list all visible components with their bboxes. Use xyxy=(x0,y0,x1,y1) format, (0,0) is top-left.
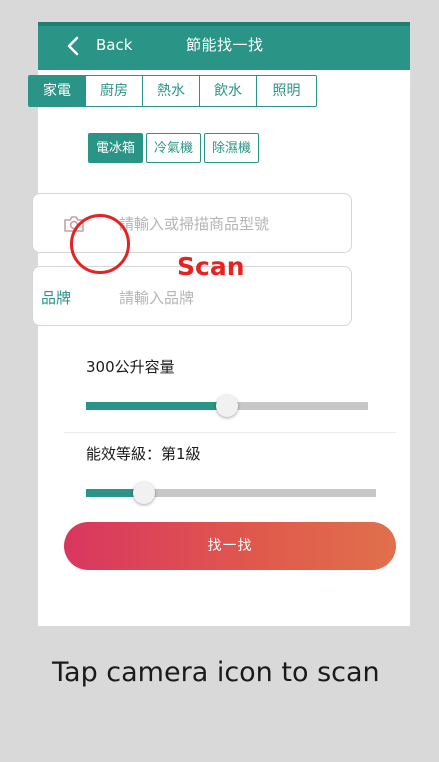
tab-kitchen[interactable]: 廚房 xyxy=(86,76,143,106)
tab-dehumidifier[interactable]: 除濕機 xyxy=(204,133,260,163)
brand-label: 品牌 xyxy=(41,289,72,307)
appliance-tabs: 電冰箱 冷氣機 除濕機 xyxy=(88,133,260,163)
scan-annotation: Scan xyxy=(177,252,245,281)
efficiency-label: 能效等級：第1級 xyxy=(86,445,201,463)
tab-hot-water[interactable]: 熱水 xyxy=(143,76,200,106)
brand-placeholder: 請輸入品牌 xyxy=(119,289,195,307)
tab-appliances[interactable]: 家電 xyxy=(29,76,86,106)
search-button[interactable]: 找一找 xyxy=(64,522,396,570)
model-number-placeholder: 請輸入或掃描商品型號 xyxy=(119,215,270,233)
caption: Tap camera icon to scan xyxy=(52,657,380,688)
capacity-slider[interactable] xyxy=(86,395,368,417)
tab-lighting[interactable]: 照明 xyxy=(257,76,316,106)
chevron-left-icon[interactable] xyxy=(64,36,84,56)
tab-drinking-water[interactable]: 飲水 xyxy=(200,76,257,106)
tab-refrigerator[interactable]: 電冰箱 xyxy=(88,133,144,163)
top-bar: Back 節能找一找 xyxy=(38,22,410,70)
efficiency-slider-handle[interactable] xyxy=(133,482,155,504)
capacity-slider-handle[interactable] xyxy=(216,395,238,417)
capacity-slider-fill xyxy=(86,402,227,410)
back-button[interactable]: Back xyxy=(96,35,132,55)
efficiency-slider[interactable] xyxy=(86,482,376,504)
tab-air-conditioner[interactable]: 冷氣機 xyxy=(146,133,202,163)
top-bar-accent-line xyxy=(38,22,410,26)
divider xyxy=(64,432,396,433)
page-title: 節能找一找 xyxy=(186,36,264,54)
scan-highlight-circle xyxy=(70,214,130,274)
category-tabs: 家電 廚房 熱水 飲水 照明 xyxy=(28,75,317,107)
capacity-label: 300公升容量 xyxy=(86,358,175,376)
